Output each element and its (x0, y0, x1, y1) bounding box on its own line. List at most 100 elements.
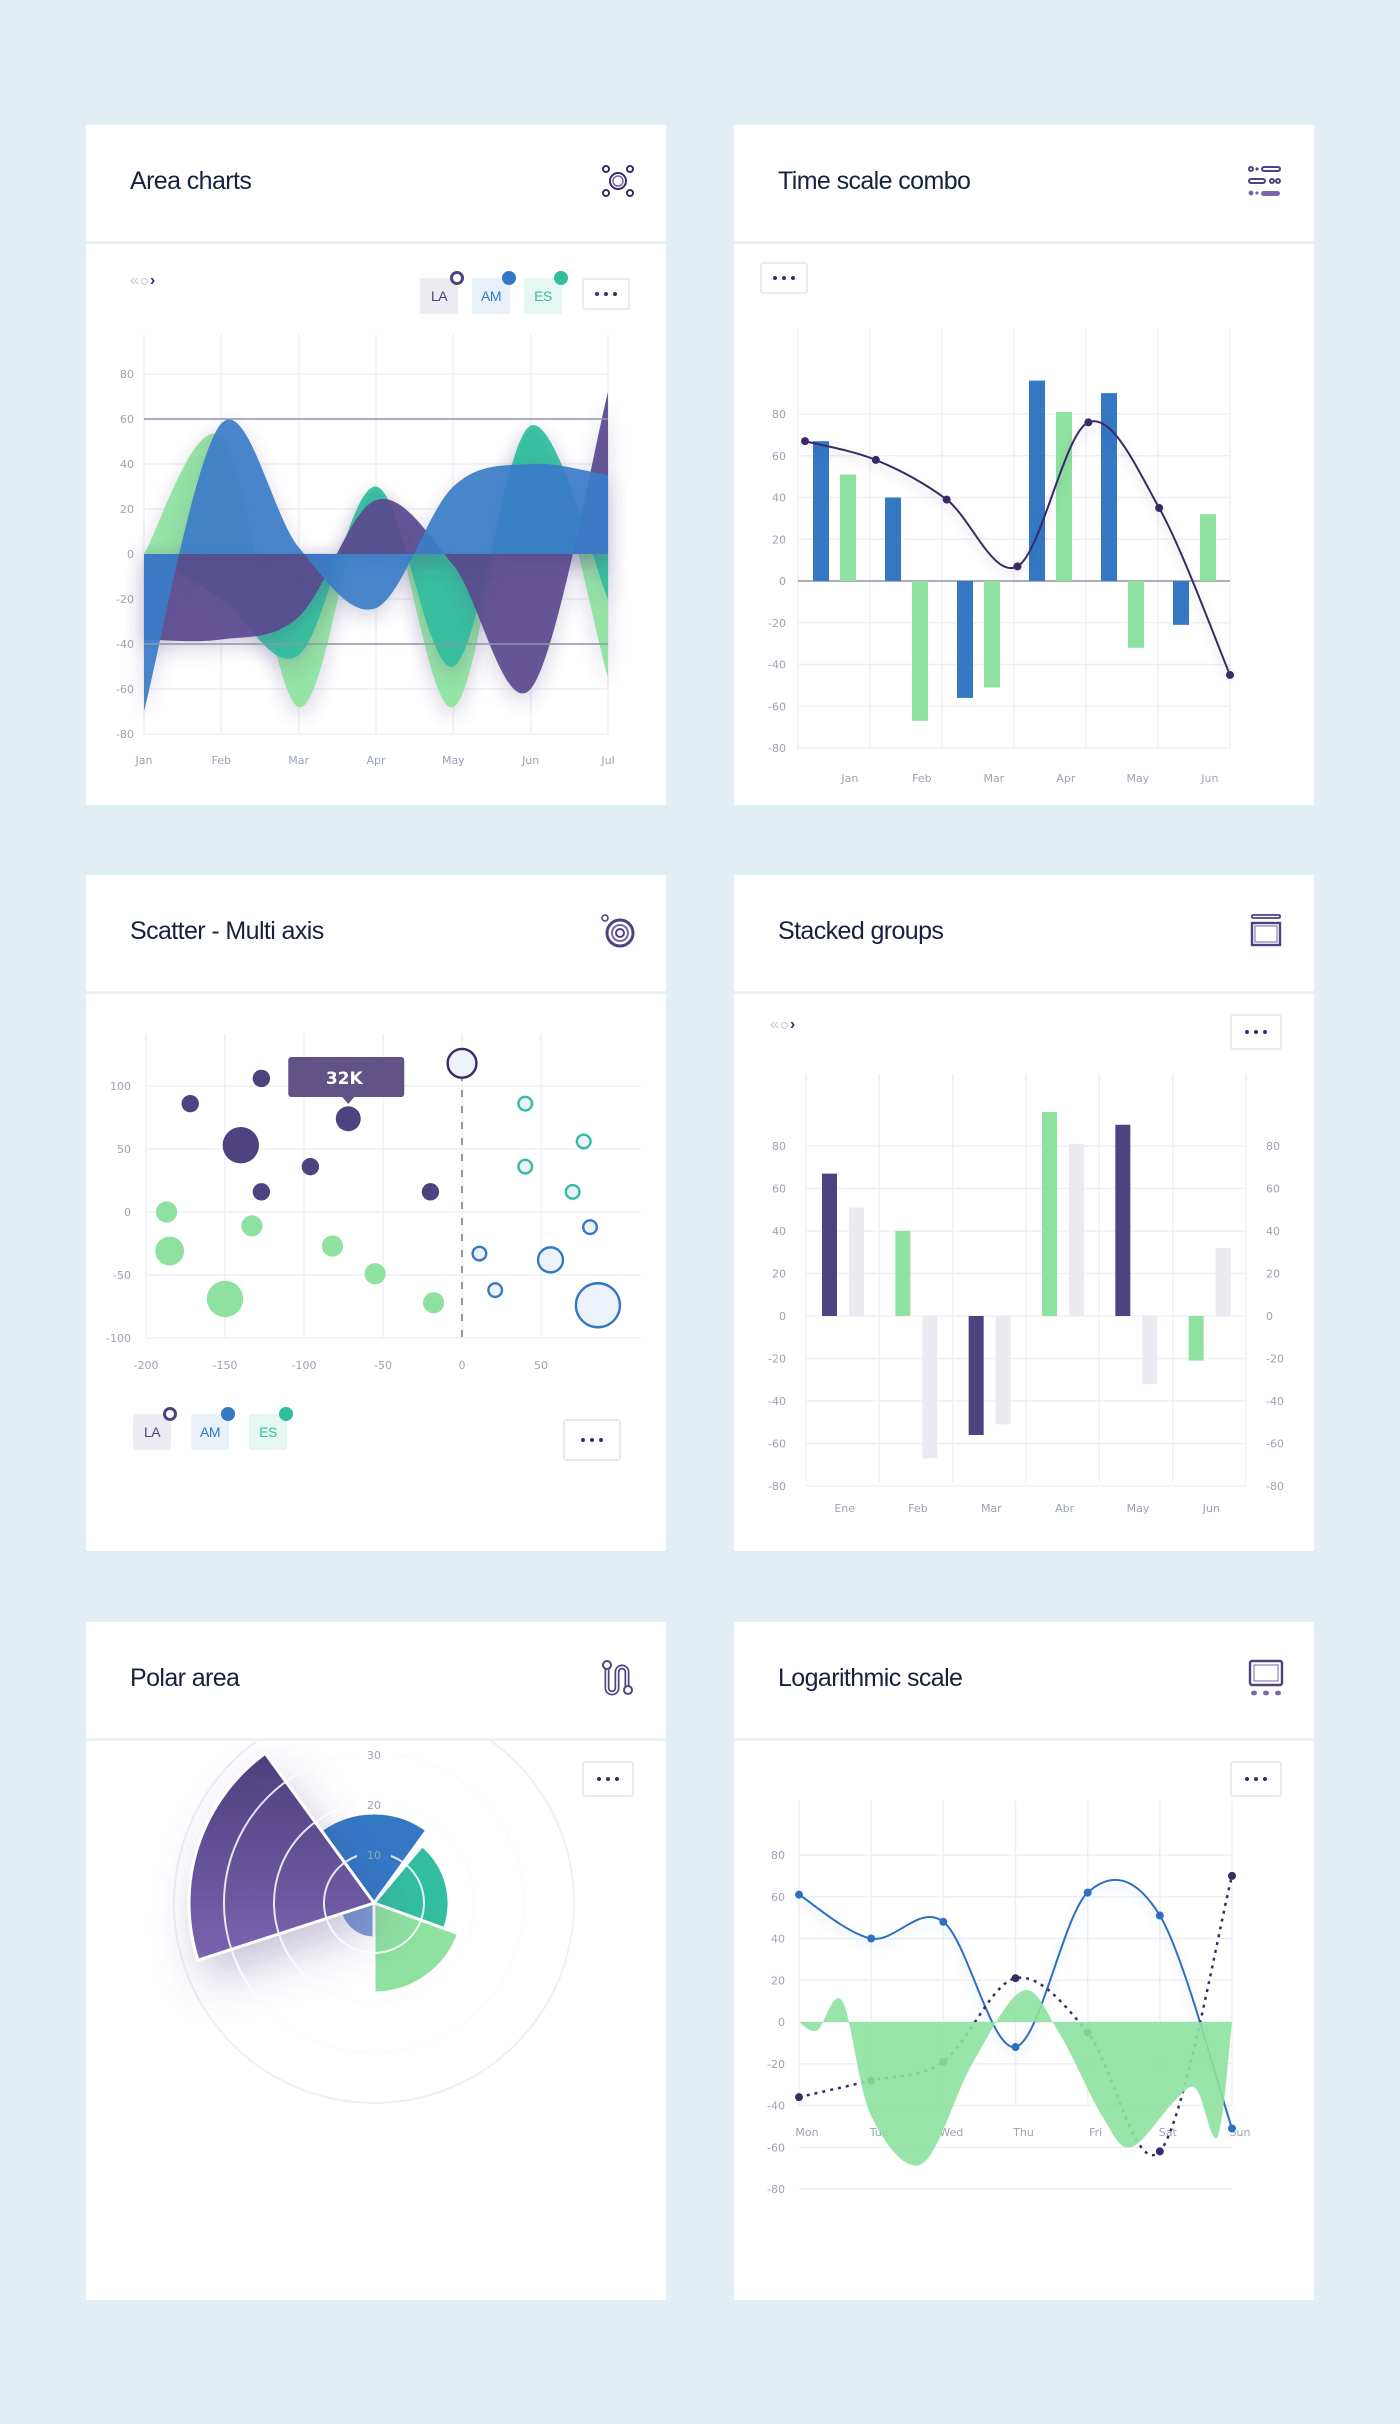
bar-blue (1101, 393, 1117, 581)
legend-item-la[interactable]: LA (133, 1407, 177, 1450)
x-tick-label: Abr (1055, 1502, 1075, 1515)
line-point (1228, 1871, 1236, 1880)
card-title: Stacked groups (778, 917, 944, 945)
x-tick-label: Thu (1012, 2126, 1034, 2139)
x-tick-label: -50 (374, 1359, 392, 1372)
log-line-chart: 806040200-20-40-60-80Mon Tue Wed Thu Fri Sat S… (767, 1801, 1250, 2196)
x-tick-label: Mar (983, 772, 1004, 785)
x-tick-label: Jun (521, 754, 539, 767)
card-header: Logarithmic scale (734, 1622, 1314, 1741)
line-point (1155, 1911, 1164, 1920)
card-logarithmic-scale: Logarithmic scale 80 60 40 20 0 -20 -40 -60 -80 M… (734, 1622, 1314, 2300)
y-tick-label: -20 (116, 593, 134, 606)
y2-tick-label: 80 (1266, 1140, 1280, 1153)
y-tick-label: 50 (117, 1143, 131, 1156)
legend-item-es[interactable]: ES (249, 1407, 293, 1450)
y-tick-label: -40 (768, 659, 786, 672)
x-tick-label: -200 (134, 1359, 159, 1372)
scatter-point (564, 1183, 581, 1200)
scatter-point (241, 1215, 263, 1237)
scatter-point (252, 1183, 271, 1201)
x-tick-label: -100 (292, 1359, 317, 1372)
x-tick-label: -150 (213, 1359, 238, 1372)
cable-route-icon[interactable] (598, 1658, 638, 1698)
line-point (795, 1890, 803, 1899)
card-title: Logarithmic scale (778, 1664, 963, 1692)
y-tick-label: 0 (124, 1206, 131, 1219)
y-tick-label: 100 (110, 1080, 131, 1093)
y-tick-label: 40 (771, 1933, 785, 1946)
x-tick-label: Feb (912, 772, 931, 785)
line-point (1011, 1974, 1020, 1983)
y2-tick-label: 20 (1266, 1268, 1280, 1281)
scatter-point (155, 1236, 185, 1266)
x-tick-label: Jun (1200, 772, 1218, 785)
y-tick-label: 20 (772, 1268, 786, 1281)
y-tick-label: 0 (779, 575, 786, 588)
y-tick-label: -60 (116, 683, 134, 696)
bar-secondary (1069, 1143, 1084, 1316)
bar-primary (968, 1316, 984, 1435)
bar-secondary (849, 1207, 864, 1316)
x-tick-label: May (1126, 772, 1149, 785)
more-options-button[interactable] (563, 1419, 621, 1461)
scatter-chart: -200 -150 -100 -50 0 50 100 50 0 -50 -100 32K (106, 1034, 641, 1372)
line-point (1228, 2124, 1236, 2133)
ring-marker-icon (163, 1407, 177, 1421)
bar-secondary (922, 1316, 938, 1459)
card-area-charts: Area charts « › LA AM ES Jan Feb Mar Apr May Ju… (86, 125, 666, 805)
y-tick-label: 60 (772, 450, 786, 463)
x-tick-label: Feb (212, 754, 231, 767)
area-chart: Jan Feb Mar Apr May Jun Jul 80 60 40 20 0 -20 -40 -60 -… (116, 334, 615, 767)
list-options-icon[interactable] (1246, 161, 1286, 201)
y-tick-label: -50 (113, 1269, 131, 1282)
scatter-point (181, 1094, 199, 1113)
x-tick-label: Jun (1202, 1502, 1220, 1515)
y-tick-label: 60 (120, 413, 134, 426)
y2-tick-label: -80 (1266, 1480, 1284, 1493)
scatter-point (301, 1157, 320, 1176)
scatter-point (574, 1282, 622, 1329)
window-stack-icon[interactable] (1246, 911, 1286, 951)
trend-line (804, 420, 1231, 676)
y-tick-label: 20 (120, 503, 134, 516)
trend-point (1013, 562, 1022, 571)
stacked-bar-chart: 80 80 60 60 40 40 20 20 0 0 -20 -20 -40 -40 -60 -60 -80 -… (768, 1074, 1284, 1515)
legend-item-am[interactable]: AM (191, 1407, 235, 1450)
line-point (1155, 2147, 1164, 2156)
legend-label: ES (259, 1424, 277, 1440)
card-header: Time scale combo (734, 125, 1314, 244)
x-tick-label: May (1127, 1502, 1150, 1515)
dot-marker-icon (221, 1407, 235, 1421)
y-tick-label: 0 (127, 548, 134, 561)
y-tick-label: -20 (768, 617, 786, 630)
bar-green (1128, 581, 1144, 648)
line-point (795, 2093, 803, 2102)
target-ring-icon[interactable] (598, 911, 638, 951)
y2-tick-label: 60 (1266, 1183, 1280, 1196)
scatter-point (487, 1282, 504, 1299)
scatter-point (222, 1127, 260, 1164)
y2-tick-label: -60 (1266, 1438, 1284, 1451)
line-point (1083, 1888, 1092, 1897)
y-tick-label: -80 (768, 742, 786, 755)
y-tick-label: 80 (120, 368, 134, 381)
line-point (939, 1917, 948, 1926)
tooltip: 32K (288, 1057, 405, 1105)
orbit-circle-icon[interactable] (598, 161, 638, 201)
monitor-icon[interactable] (1246, 1658, 1286, 1698)
bar-primary (1042, 1112, 1057, 1316)
bar-blue (1029, 380, 1045, 581)
x-tick-label: 0 (459, 1359, 466, 1372)
bar-secondary (1215, 1248, 1231, 1316)
trend-point (1084, 418, 1093, 427)
line-point (867, 1934, 876, 1943)
y-tick-label: 80 (772, 408, 786, 421)
y-tick-label: -20 (767, 2058, 785, 2071)
bar-primary (1115, 1124, 1131, 1316)
tooltip-label: 32K (326, 1069, 364, 1089)
y-tick-label: -60 (767, 2141, 785, 2154)
bar-green (984, 581, 1000, 688)
bar-primary (1188, 1316, 1204, 1361)
y-tick-label: -80 (116, 728, 134, 741)
